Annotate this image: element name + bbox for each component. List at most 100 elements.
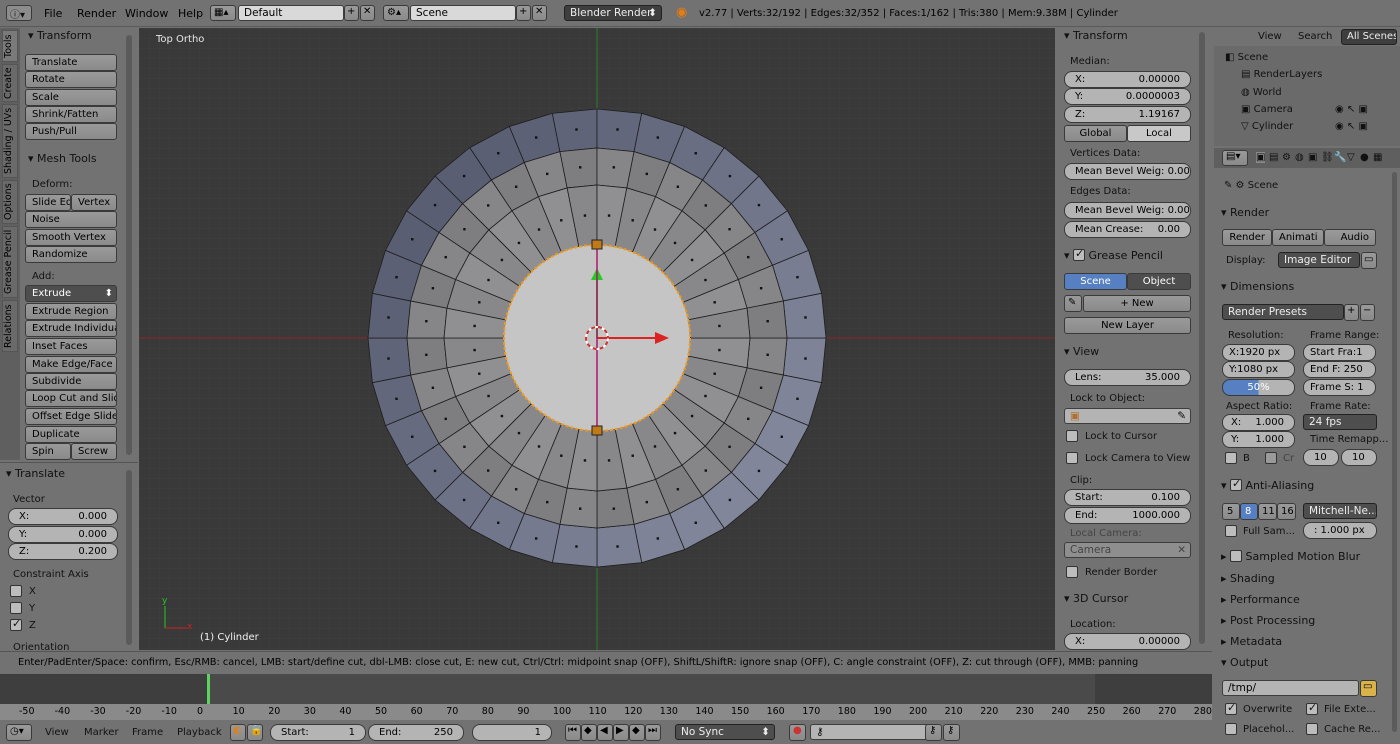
scene-select[interactable]: Scene: [410, 5, 516, 21]
lock-range-icon[interactable]: 🔒: [247, 724, 263, 741]
props-tab-render-icon[interactable]: ▣: [1256, 152, 1266, 163]
output-path-field[interactable]: /tmp/: [1222, 680, 1359, 696]
props-tab-modifiers-icon[interactable]: 🔧: [1334, 152, 1346, 163]
delete-keyframe-button[interactable]: ⚷: [943, 724, 960, 741]
insert-keyframe-button[interactable]: ⚷: [925, 724, 942, 741]
play-reverse-button[interactable]: ◀: [597, 724, 613, 741]
properties-editor-icon[interactable]: ▤▾: [1222, 150, 1248, 166]
screw-button[interactable]: Screw: [71, 443, 117, 460]
res-percent-field[interactable]: 50%: [1222, 379, 1295, 396]
n-panel-scrollbar[interactable]: [1199, 32, 1205, 644]
properties-scrollbar[interactable]: [1392, 172, 1397, 732]
mesh-tools-panel-header[interactable]: ▾ Mesh Tools: [28, 152, 97, 165]
constraint-x-checkbox[interactable]: [10, 585, 22, 597]
jump-key-back-button[interactable]: ◆: [581, 724, 597, 741]
scene-close-button[interactable]: ✕: [532, 5, 547, 21]
spin-button[interactable]: Spin: [25, 443, 71, 460]
full-sample-checkbox[interactable]: [1225, 525, 1237, 537]
motion-blur-header[interactable]: ▸ Sampled Motion Blur: [1221, 550, 1360, 563]
props-tab-render-layers-icon[interactable]: ▤: [1269, 152, 1278, 163]
offset-edge-slide-button[interactable]: Offset Edge Slide: [25, 408, 117, 425]
gp-pencil-icon[interactable]: ✎: [1064, 295, 1082, 312]
layout-icon[interactable]: ▦▴: [210, 5, 236, 21]
remap-new-field[interactable]: 10: [1341, 449, 1377, 466]
props-tab-world-icon[interactable]: ◍: [1295, 152, 1304, 163]
operator-scrollbar[interactable]: [126, 470, 132, 645]
vector-z-field[interactable]: Z: 0.200: [8, 543, 118, 560]
scale-button[interactable]: Scale: [25, 89, 117, 106]
aa-11-button[interactable]: 11: [1258, 503, 1277, 520]
timeline-menu-view[interactable]: View: [45, 727, 69, 738]
lock-cursor-checkbox[interactable]: [1066, 430, 1078, 442]
res-x-field[interactable]: X:1920 px: [1222, 344, 1295, 361]
vector-x-field[interactable]: X: 0.000: [8, 508, 118, 525]
render-panel-header[interactable]: ▾ Render: [1221, 206, 1269, 219]
outliner-cylinder-visibility-icons[interactable]: ◉ ↖ ▣: [1335, 121, 1368, 132]
post-processing-header[interactable]: ▸ Post Processing: [1221, 614, 1315, 627]
outliner-item-camera[interactable]: ▣ Camera: [1241, 104, 1293, 115]
scene-add-button[interactable]: +: [516, 5, 531, 21]
outliner-item-world[interactable]: ◍ World: [1241, 87, 1282, 98]
smooth-vertex-button[interactable]: Smooth Vertex: [25, 229, 117, 246]
clip-start-field[interactable]: Start: 0.100: [1064, 489, 1191, 506]
layout-close-button[interactable]: ✕: [360, 5, 375, 21]
grease-pencil-header[interactable]: ▾ Grease Pencil: [1064, 247, 1163, 262]
current-frame-marker[interactable]: [207, 674, 210, 704]
layout-select[interactable]: Default: [238, 5, 344, 21]
mean-crease-field[interactable]: Mean Crease: 0.00: [1064, 221, 1191, 238]
median-z-field[interactable]: Z: 1.19167: [1064, 106, 1191, 123]
median-y-field[interactable]: Y: 0.0000003: [1064, 88, 1191, 105]
transform-panel-header[interactable]: ▾ Transform: [28, 29, 92, 42]
frame-end-field[interactable]: End F: 250: [1303, 361, 1376, 378]
props-tab-object-icon[interactable]: ▣: [1308, 152, 1317, 163]
props-tab-material-icon[interactable]: ●: [1360, 152, 1369, 163]
constraint-z-checkbox[interactable]: [10, 617, 22, 631]
frame-step-field[interactable]: Frame S: 1: [1303, 379, 1376, 396]
make-edge-face-button[interactable]: Make Edge/Face: [25, 356, 117, 373]
timeline-editor-icon[interactable]: ◷▾: [6, 724, 32, 741]
metadata-header[interactable]: ▸ Metadata: [1221, 635, 1282, 648]
remap-old-field[interactable]: 10: [1303, 449, 1339, 466]
shading-header[interactable]: ▸ Shading: [1221, 572, 1275, 585]
auto-keying-button[interactable]: ●: [789, 724, 806, 741]
border-checkbox[interactable]: [1225, 452, 1237, 464]
frame-rate-select[interactable]: 24 fps: [1303, 414, 1377, 430]
tab-create[interactable]: Create: [2, 64, 18, 102]
operator-panel-header[interactable]: ▾ Translate: [6, 467, 65, 480]
outliner-camera-visibility-icons[interactable]: ◉ ↖ ▣: [1335, 104, 1368, 115]
filter-size-field[interactable]: : 1.000 px: [1303, 522, 1377, 539]
tab-options[interactable]: Options: [2, 180, 18, 224]
outliner-item-cylinder[interactable]: ▽ Cylinder: [1241, 121, 1293, 132]
outliner-display-select[interactable]: All Scenes: [1341, 29, 1397, 45]
res-y-field[interactable]: Y:1080 px: [1222, 361, 1295, 378]
tab-tools[interactable]: Tools: [2, 30, 18, 62]
local-camera-field[interactable]: Camera ✕: [1064, 542, 1191, 558]
render-presets-select[interactable]: Render Presets: [1222, 304, 1344, 320]
3d-cursor-header[interactable]: ▾ 3D Cursor: [1064, 592, 1128, 605]
extrude-individual-button[interactable]: Extrude Individual: [25, 320, 117, 337]
aspect-y-field[interactable]: Y: 1.000: [1222, 431, 1295, 448]
preview-range-icon[interactable]: ◐: [230, 724, 246, 741]
render-border-checkbox[interactable]: [1066, 566, 1078, 578]
local-toggle[interactable]: Local: [1127, 125, 1191, 142]
n-transform-header[interactable]: ▾ Transform: [1064, 29, 1128, 42]
jump-key-forward-button[interactable]: ◆: [629, 724, 645, 741]
outliner-item-scene[interactable]: ◧ Scene: [1225, 52, 1268, 63]
render-button[interactable]: Render: [1222, 229, 1272, 246]
layout-add-button[interactable]: +: [344, 5, 359, 21]
crop-checkbox[interactable]: [1265, 452, 1277, 464]
3d-viewport[interactable]: Top Ortho (1) Cylinder y x: [139, 28, 1055, 650]
preset-add-button[interactable]: +: [1344, 304, 1359, 321]
clip-end-field[interactable]: End: 1000.000: [1064, 507, 1191, 524]
outliner-item-renderlayers[interactable]: ▤ RenderLayers: [1241, 69, 1322, 80]
jump-start-button[interactable]: ⏮: [565, 724, 581, 741]
play-button[interactable]: ▶: [613, 724, 629, 741]
output-folder-button[interactable]: ▭: [1360, 680, 1377, 697]
outliner-search-menu[interactable]: Search: [1298, 31, 1332, 42]
rotate-button[interactable]: Rotate: [25, 71, 117, 88]
current-frame-field[interactable]: 1: [472, 724, 552, 741]
extrude-region-button[interactable]: Extrude Region: [25, 303, 117, 320]
menu-help[interactable]: Help: [178, 7, 203, 20]
frame-start-field[interactable]: Start Fra:1: [1303, 344, 1376, 361]
anti-aliasing-header[interactable]: ▾ Anti-Aliasing: [1221, 477, 1314, 492]
